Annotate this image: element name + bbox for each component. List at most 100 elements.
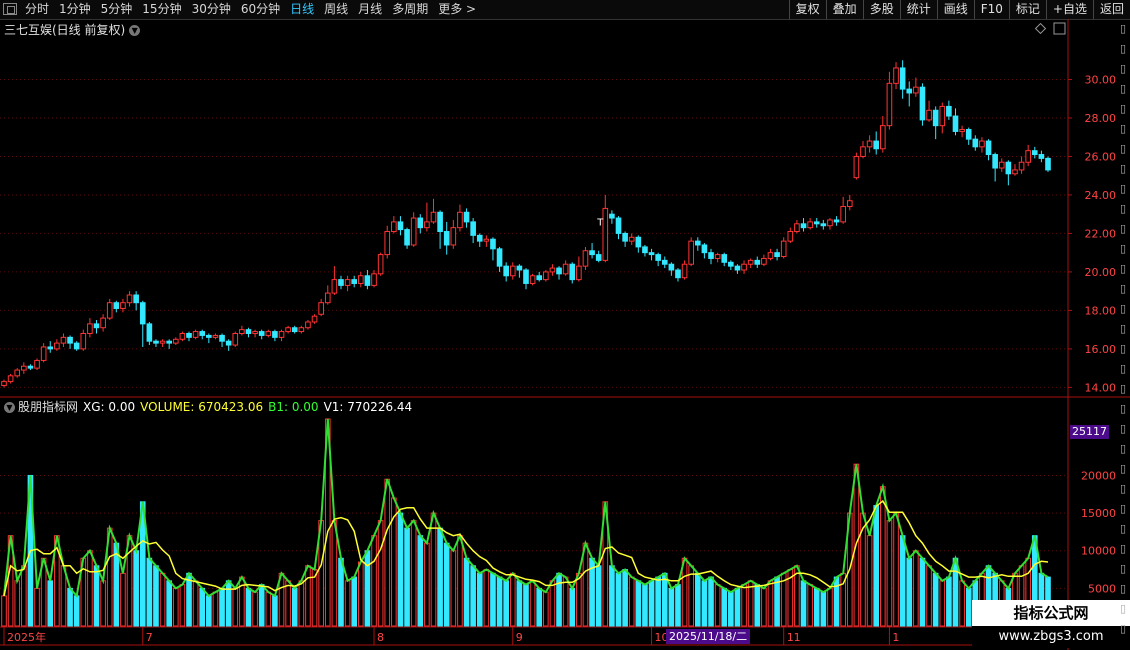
candle-body <box>761 257 767 265</box>
volume-bar <box>443 542 450 627</box>
volume-bar <box>549 580 556 627</box>
cursor-date-label: 2025/11/18/二 <box>666 629 751 644</box>
candle-body <box>556 267 562 275</box>
candle-body <box>219 334 225 342</box>
timeframe-tab[interactable]: 月线 <box>353 0 387 19</box>
volume-bar <box>503 580 509 627</box>
candle-body <box>106 302 113 319</box>
candle-body <box>946 105 952 117</box>
candle-body <box>589 250 595 256</box>
volume-bar <box>569 587 576 627</box>
volume-bar <box>556 572 562 627</box>
volume-bar <box>14 580 21 627</box>
toolbar-button[interactable]: 返回 <box>1092 0 1130 19</box>
timeframe-tab[interactable]: 周线 <box>319 0 353 19</box>
side-strip-cell: ▯ <box>1120 362 1127 375</box>
timeframe-tab[interactable]: 5分钟 <box>96 0 138 19</box>
timeframe-tab[interactable]: 1分钟 <box>54 0 96 19</box>
watermark-title: 指标公式网 <box>972 600 1130 626</box>
candle-body <box>377 254 384 275</box>
volume-bar <box>404 527 410 627</box>
side-strip-cell: ▯ <box>1120 562 1127 575</box>
toolbar-button[interactable]: 多股 <box>862 0 900 19</box>
side-strip-cell: ▯ <box>1120 102 1127 115</box>
volume-bar <box>919 557 926 627</box>
candle-body <box>919 86 926 121</box>
candle-body <box>318 302 324 315</box>
x-axis-label: 8 <box>377 631 384 644</box>
volume-bar <box>714 584 721 627</box>
candle-body <box>166 340 173 344</box>
candle-body <box>516 265 523 271</box>
candle-body <box>807 221 813 229</box>
toolbar-button[interactable]: F10 <box>973 0 1009 19</box>
candle-body <box>278 331 285 338</box>
volume-bar <box>926 565 932 627</box>
volume-bar <box>87 550 93 627</box>
candle-body <box>93 323 100 329</box>
timeframe-tab[interactable]: 分时 <box>20 0 54 19</box>
volume-bar <box>959 580 965 627</box>
candle-body <box>496 248 503 267</box>
timeframe-tab[interactable]: 30分钟 <box>187 0 236 19</box>
volume-bar <box>100 580 106 627</box>
candle-body <box>1005 161 1012 175</box>
volume-bar <box>351 576 358 627</box>
volume-bar <box>913 550 919 627</box>
indicator-menu-icon[interactable]: ▼ <box>4 402 15 413</box>
toolbar-button[interactable]: +自选 <box>1045 0 1093 19</box>
chart-canvas[interactable]: 30.00 28.00 26.00 24.00 22.00 20.00 18.00 16.00… <box>0 19 1130 650</box>
side-strip-cell: ▯ <box>1120 242 1127 255</box>
volume-bar <box>1 595 7 627</box>
volume-bar <box>642 584 648 627</box>
volume-bar <box>93 565 100 627</box>
timeframe-tab[interactable]: 15分钟 <box>137 0 186 19</box>
candle-body <box>926 109 932 121</box>
side-strip-cell: ▯ <box>1120 282 1127 295</box>
volume-bar <box>172 587 179 627</box>
candle-body <box>959 129 965 132</box>
candle-body <box>582 250 589 267</box>
timeframe-tab[interactable]: 日线 <box>285 0 319 19</box>
candle-body <box>741 263 747 271</box>
period-toolbar: 分时 1分钟 5分钟 15分钟 30分钟 60分钟 日线 周线 月线 多周期 更多 > 复权 叠加 多股… <box>0 0 1130 20</box>
side-strip-cell: ▯ <box>1120 322 1127 335</box>
candle-body <box>1012 169 1018 175</box>
candle-body <box>965 129 972 140</box>
toolbar-button[interactable]: 统计 <box>899 0 937 19</box>
candle-body <box>913 86 919 94</box>
candle-body <box>767 252 774 259</box>
volume-bar <box>833 576 840 627</box>
candle-body <box>681 263 688 279</box>
volume-bar <box>516 580 523 627</box>
price-tick-label: 30.00 <box>1085 73 1117 86</box>
side-strip-cell: ▯ <box>1120 42 1127 55</box>
toolbar-button[interactable]: 复权 <box>788 0 826 19</box>
timeframe-tab[interactable]: 更多 > <box>433 0 481 19</box>
indicator-value: B1: 0.00 <box>268 400 319 414</box>
candle-body <box>543 271 549 281</box>
volume-bar <box>272 595 278 627</box>
volume-bar <box>523 584 529 627</box>
side-strip-cell: ▯ <box>1120 522 1127 535</box>
sidebar-toggle-icon[interactable] <box>3 3 17 15</box>
volume-bar <box>708 576 714 627</box>
toolbar-button[interactable]: 叠加 <box>825 0 863 19</box>
volume-bar <box>761 587 767 627</box>
candle-annotation: T <box>596 218 604 229</box>
volume-tick-label: 15000 <box>1081 507 1116 520</box>
candle-body <box>721 254 728 263</box>
indicator-value: VOLUME: 670423.06 <box>140 400 264 414</box>
toolbar-button[interactable]: 标记 <box>1008 0 1046 19</box>
timeframe-tab[interactable]: 60分钟 <box>236 0 285 19</box>
candle-body <box>437 211 443 233</box>
side-strip-cell: ▯ <box>1120 202 1127 215</box>
toolbar-button[interactable]: 画线 <box>936 0 974 19</box>
side-strip-cell: ▯ <box>1120 382 1127 395</box>
volume-bar <box>767 580 774 627</box>
timeframe-tab[interactable]: 多周期 <box>387 0 433 19</box>
indicator-value: XG: 0.00 <box>83 400 136 414</box>
candle-body <box>239 329 245 334</box>
candle-body <box>192 331 199 338</box>
candle-body <box>628 236 635 242</box>
